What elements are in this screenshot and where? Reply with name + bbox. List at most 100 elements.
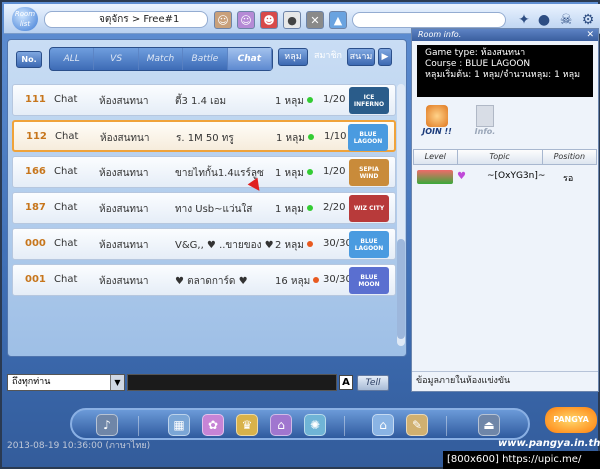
room-type: Chat <box>54 202 78 213</box>
avatar-icon-2[interactable]: ☺ <box>237 11 255 29</box>
room-type: Chat <box>54 238 78 249</box>
skull-icon[interactable]: ☠ <box>558 12 574 28</box>
room-name: ร. 1M 50 ทรู <box>176 133 234 144</box>
room-number: 112 <box>26 131 47 142</box>
home-icon[interactable]: ⌂ <box>270 414 292 436</box>
room-name: ♥ ตลาดการ์ด ♥ <box>175 276 248 287</box>
scroll-thumb[interactable] <box>397 239 405 339</box>
door-icon <box>426 105 448 127</box>
sound-icon[interactable]: ♪ <box>96 414 118 436</box>
sort-hole-button[interactable]: หลุม <box>278 48 308 66</box>
sparkle-icon[interactable]: ✦ <box>516 12 532 28</box>
room-mode: ห้องสนทนา <box>99 240 149 251</box>
room-mode: ห้องสนทนา <box>99 204 149 215</box>
tab-vs[interactable]: VS <box>94 48 139 70</box>
status-dot-icon <box>313 277 320 283</box>
room-player-count: 1/20 <box>323 94 346 105</box>
bottom-dock: ♪ ▦ ✿ ♛ ⌂ ✺ ⌂ ✎ ⏏ <box>70 408 530 440</box>
room-info-panel: Room info. ✕ Game type: ห้องสนทนา Course… <box>411 28 599 392</box>
tab-chat[interactable]: Chat <box>227 48 273 70</box>
item-icon[interactable]: ▲ <box>329 11 347 29</box>
status-dot-icon <box>306 97 313 103</box>
room-holes: 2 หลุม <box>275 238 313 253</box>
close-icon[interactable]: ✕ <box>586 29 594 41</box>
shop-icon[interactable]: ▦ <box>168 414 190 436</box>
timestamp: 2013-08-19 10:36:00 (ภาษาไทย) <box>7 441 151 451</box>
gear-icon[interactable]: ⚙ <box>580 12 596 28</box>
room-player-count: 1/20 <box>323 166 346 177</box>
house-icon[interactable]: ⌂ <box>372 414 394 436</box>
room-number: 000 <box>25 238 46 249</box>
room-name: ขายไทกั้น1.4แรร์ลูซ <box>175 168 264 179</box>
tools-icon[interactable]: ✎ <box>406 414 428 436</box>
room-info-box: Game type: ห้องสนทนา Course : BLUE LAGOO… <box>417 45 593 97</box>
pangya-logo: PANGYA <box>545 407 597 433</box>
sort-course-button[interactable]: สนาม <box>347 48 375 66</box>
room-holes: 1 หลุม <box>275 94 313 109</box>
whisper-target-select[interactable]: ถึงทุกท่าน ▼ <box>7 374 125 391</box>
room-row[interactable]: 111 Chat ห้องสนทนา ตี้3 1.4 เอม 1 หลุม 1/20 IC… <box>12 84 396 116</box>
gift-icon[interactable]: ✿ <box>202 414 224 436</box>
exit-icon[interactable]: ⏏ <box>478 414 500 436</box>
course-thumbnail: ICE INFERNO <box>349 87 389 114</box>
player-row[interactable]: ♥ ~[OxYG3n]~ รอ <box>413 167 597 189</box>
level-badge-icon <box>417 170 453 184</box>
room-row[interactable]: 187 Chat ห้องสนทนา ทาง Usb~แว่นใส 1 หลุม 2/20… <box>12 192 396 224</box>
room-list-logo: Room list <box>12 7 38 31</box>
room-row[interactable]: 166 Chat ห้องสนทนา ขายไทกั้น1.4แรร์ลูซ 1 หลุ… <box>12 156 396 188</box>
room-mode: ห้องสนทนา <box>99 276 149 287</box>
room-holes: 16 หลุม <box>275 274 320 289</box>
sort-member-button[interactable]: สมาชิก <box>311 48 345 66</box>
status-dot-icon <box>306 169 313 175</box>
room-player-count: 1/10 <box>324 131 347 142</box>
info-label: Info. <box>474 127 496 136</box>
room-row[interactable]: 001 Chat ห้องสนทนา ♥ ตลาดการ์ด ♥ 16 หลุม 30/3… <box>12 264 396 296</box>
room-holes: 1 หลุม <box>275 202 313 217</box>
room-info-title: Room info. <box>418 30 462 39</box>
speech-icon[interactable]: ● <box>536 12 552 28</box>
info-button[interactable]: Info. <box>468 105 502 141</box>
room-list-scrollbar[interactable] <box>397 84 405 346</box>
settings-icon[interactable]: ✺ <box>304 414 326 436</box>
tab-match[interactable]: Match <box>139 48 184 70</box>
font-button[interactable]: A <box>339 375 353 390</box>
join-label: JOIN !! <box>422 127 452 136</box>
room-type: Chat <box>54 94 78 105</box>
golf-ball-icon[interactable]: ● <box>283 11 301 29</box>
status-dot-icon <box>306 241 313 247</box>
avatar-icon-1[interactable]: ☺ <box>214 11 232 29</box>
tab-battle[interactable]: Battle <box>183 48 228 70</box>
chat-input[interactable] <box>127 374 337 391</box>
room-type: Chat <box>54 166 78 177</box>
close-x-icon[interactable]: ✕ <box>306 11 324 29</box>
col-position: Position <box>553 152 586 161</box>
room-player-count: 30/30 <box>323 274 352 285</box>
player-position: รอ <box>563 174 574 184</box>
course-thumbnail: BLUE LAGOON <box>348 124 388 151</box>
tab-all[interactable]: ALL <box>50 48 95 70</box>
heart-icon: ♥ <box>457 171 466 182</box>
breadcrumb: จตุจักร > Free#1 <box>44 11 208 28</box>
room-number: 187 <box>25 202 46 213</box>
course-thumbnail: WIZ CITY <box>349 195 389 222</box>
chevron-down-icon[interactable]: ▼ <box>110 375 124 390</box>
avatar-icon-3[interactable]: ☻ <box>260 11 278 29</box>
game-type-text: Game type: ห้องสนทนา <box>425 48 526 58</box>
course-thumbnail: BLUE LAGOON <box>349 231 389 258</box>
course-thumbnail: SEPIA WIND <box>349 159 389 186</box>
room-row[interactable]: 112 Chat ห้องสนทนา ร. 1M 50 ทรู 1 หลุม 1/10 BL… <box>12 120 396 152</box>
status-dot-icon <box>306 205 313 211</box>
join-button[interactable]: JOIN !! <box>420 105 454 141</box>
room-row[interactable]: 000 Chat ห้องสนทนา V&G,, ♥ ..ขายของ ♥ 2 หลุม… <box>12 228 396 260</box>
next-page-button[interactable]: ▶ <box>378 48 392 66</box>
whisper-target-label: ถึงทุกท่าน <box>12 377 51 387</box>
trophy-icon[interactable]: ♛ <box>236 414 258 436</box>
room-number: 166 <box>25 166 46 177</box>
tell-button[interactable]: Tell <box>357 375 389 391</box>
watermark: [800x600] https://upic.me/ <box>443 451 600 469</box>
sort-number-button[interactable]: No. <box>16 51 42 68</box>
room-name: ตี้3 1.4 เอม <box>175 96 227 107</box>
join-area: JOIN !! Info. <box>412 101 598 145</box>
top-chat-bar[interactable] <box>352 12 506 28</box>
room-holes: 1 หลุม <box>276 131 314 146</box>
